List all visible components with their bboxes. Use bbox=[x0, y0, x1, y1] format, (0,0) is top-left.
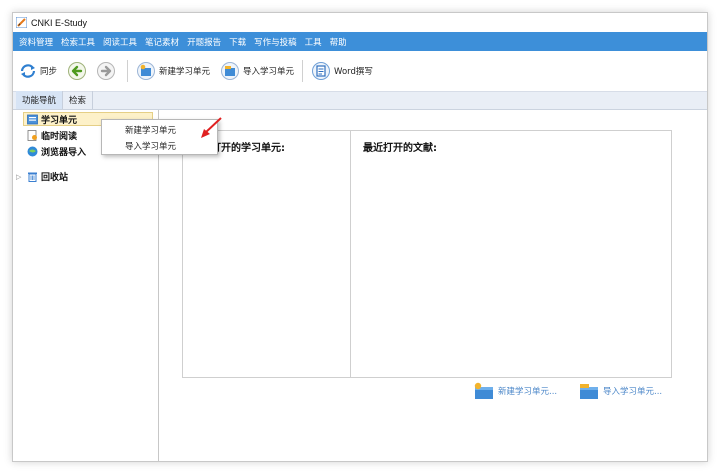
menu-help[interactable]: 帮助 bbox=[330, 36, 347, 48]
context-menu-new-unit[interactable]: 新建学习单元 bbox=[125, 124, 176, 136]
menu-download[interactable]: 下载 bbox=[229, 36, 246, 48]
new-unit-link-label: 新建学习单元... bbox=[498, 387, 558, 397]
window-title: CNKI E-Study bbox=[31, 17, 88, 28]
menu-writing-submission[interactable]: 写作与投稿 bbox=[254, 36, 297, 48]
new-unit-label: 新建学习单元 bbox=[159, 67, 211, 77]
menu-search-tools[interactable]: 检索工具 bbox=[61, 36, 95, 48]
sidebar-tree: 学习单元 临时阅读 浏览器导入 ▷ 回收站 bbox=[13, 110, 159, 461]
back-arrow-icon bbox=[68, 62, 87, 80]
new-unit-icon bbox=[137, 62, 156, 80]
toolbar-separator bbox=[127, 60, 129, 82]
menu-tools[interactable]: 工具 bbox=[305, 36, 322, 48]
menu-bar: 资料管理 检索工具 阅读工具 笔记素材 开题报告 下载 写作与投稿 工具 帮助 bbox=[13, 32, 707, 51]
import-unit-button[interactable]: 导入学习单元 bbox=[220, 61, 294, 81]
tree-label-study-unit: 学习单元 bbox=[41, 115, 78, 126]
recent-docs-heading: 最近打开的文献: bbox=[363, 143, 437, 154]
tree-label-browser-import: 浏览器导入 bbox=[41, 147, 87, 158]
app-window: CNKI E-Study 资料管理 检索工具 阅读工具 笔记素材 开题报告 下载… bbox=[12, 12, 708, 462]
tab-function-nav[interactable]: 功能导航 bbox=[16, 91, 64, 109]
menu-resource-management[interactable]: 资料管理 bbox=[19, 36, 53, 48]
forward-arrow-icon bbox=[97, 62, 116, 80]
import-unit-icon bbox=[580, 384, 598, 399]
main-content: 最近打开的学习单元: 最近打开的文献: 新建学习单元... 导入学习单元... bbox=[160, 110, 707, 461]
context-menu-import-unit[interactable]: 导入学习单元 bbox=[125, 140, 176, 152]
toolbar: 同步 新建学习单元 导入学习单元 Word撰写 bbox=[13, 51, 707, 91]
back-button[interactable] bbox=[67, 61, 90, 81]
tree-item-recycle-bin[interactable]: 回收站 bbox=[27, 169, 68, 183]
toolbar-separator-2 bbox=[302, 60, 304, 82]
menu-proposal-report[interactable]: 开题报告 bbox=[187, 36, 221, 48]
pointer-arrow-icon bbox=[201, 117, 222, 138]
word-writing-icon bbox=[312, 62, 331, 80]
tree-item-temp-reading[interactable]: 临时阅读 bbox=[27, 128, 77, 142]
browser-import-icon bbox=[27, 146, 38, 156]
new-unit-button[interactable]: 新建学习单元 bbox=[136, 61, 210, 81]
temp-reading-icon bbox=[27, 129, 37, 141]
import-unit-label: 导入学习单元 bbox=[243, 67, 295, 77]
tab-search[interactable]: 检索 bbox=[63, 91, 94, 109]
title-bar: CNKI E-Study bbox=[13, 13, 707, 32]
menu-reading-tools[interactable]: 阅读工具 bbox=[103, 36, 137, 48]
menu-notes[interactable]: 笔记素材 bbox=[145, 36, 179, 48]
recent-panel: 最近打开的学习单元: 最近打开的文献: bbox=[182, 130, 672, 378]
new-unit-icon bbox=[474, 382, 493, 399]
word-writing-button[interactable]: Word撰写 bbox=[311, 61, 373, 81]
panel-divider bbox=[350, 131, 351, 377]
app-logo-icon bbox=[16, 17, 27, 28]
sync-icon bbox=[20, 64, 36, 78]
expand-arrow-icon[interactable]: ▷ bbox=[16, 173, 21, 181]
import-unit-link-label: 导入学习单元... bbox=[603, 387, 663, 397]
study-unit-icon bbox=[27, 114, 38, 124]
forward-button[interactable] bbox=[96, 61, 119, 81]
tree-label-recycle-bin: 回收站 bbox=[41, 172, 69, 183]
tree-item-browser-import[interactable]: 浏览器导入 bbox=[27, 144, 86, 158]
word-writing-label: Word撰写 bbox=[334, 67, 373, 77]
nav-tab-strip: 功能导航 检索 bbox=[13, 91, 707, 110]
recycle-bin-icon bbox=[28, 172, 37, 182]
new-unit-link[interactable]: 新建学习单元... bbox=[473, 382, 557, 400]
import-unit-link[interactable]: 导入学习单元... bbox=[578, 382, 662, 400]
import-unit-icon bbox=[221, 62, 240, 80]
sync-label: 同步 bbox=[40, 67, 58, 77]
sync-button[interactable]: 同步 bbox=[19, 62, 57, 80]
tree-label-temp-reading: 临时阅读 bbox=[41, 131, 78, 142]
